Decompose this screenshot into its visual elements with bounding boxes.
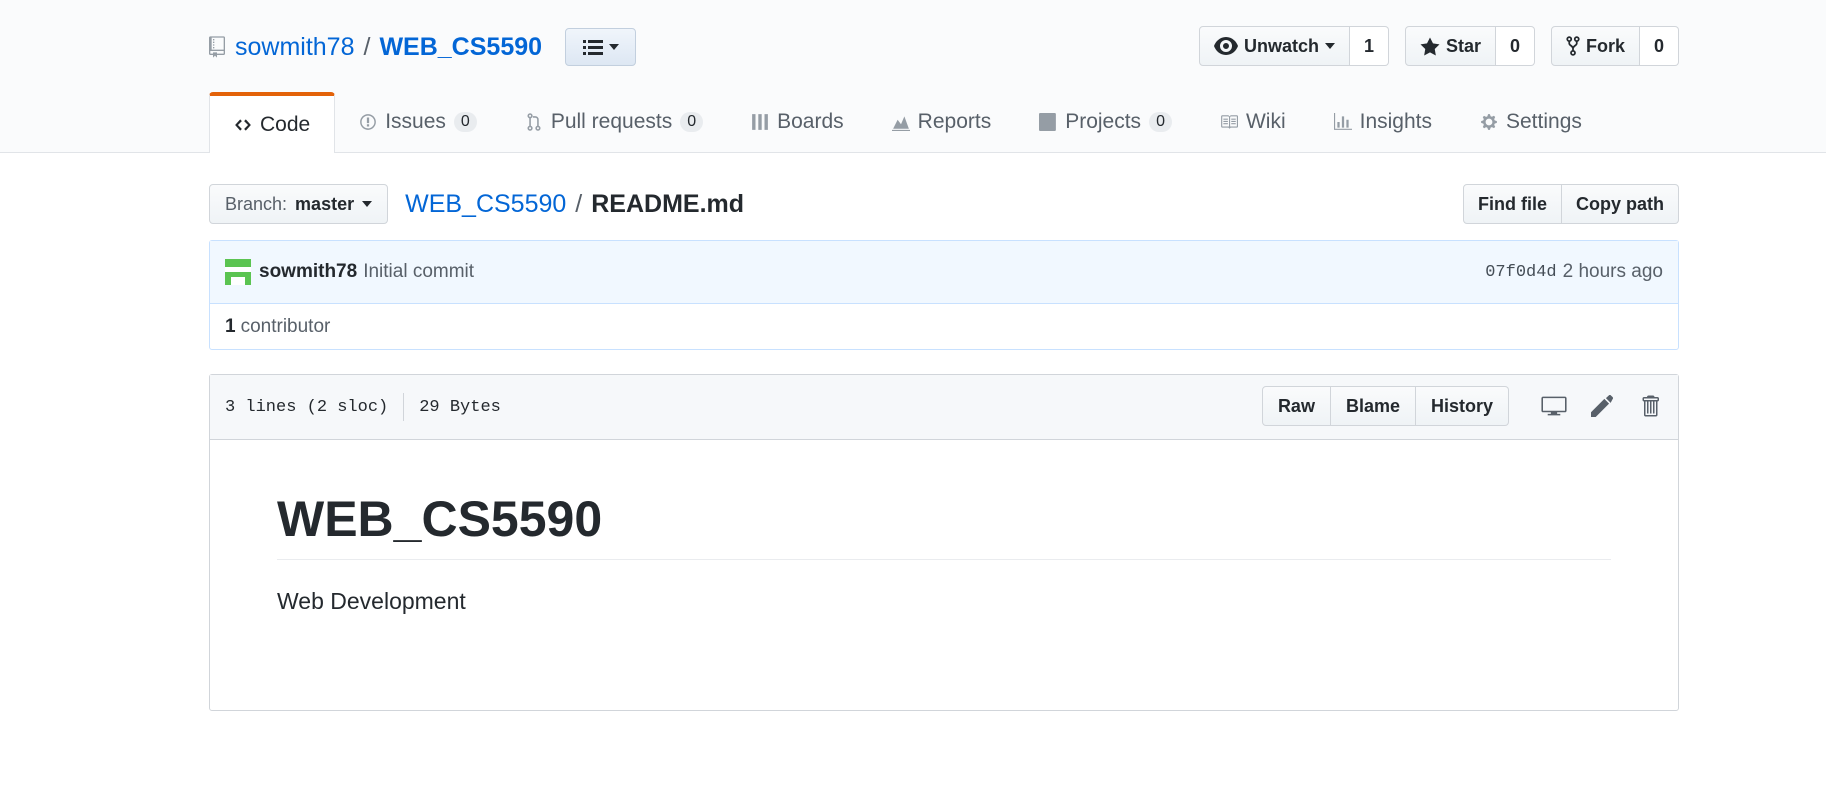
tab-label: Settings xyxy=(1506,110,1582,133)
commit-time: 2 hours ago xyxy=(1562,261,1663,282)
breadcrumb-separator: / xyxy=(575,189,583,218)
graph-icon xyxy=(891,116,910,131)
trash-icon[interactable] xyxy=(1637,393,1663,419)
breadcrumb-file-name: README.md xyxy=(591,189,745,218)
tab-label: Projects xyxy=(1065,110,1142,133)
chevron-down-icon xyxy=(608,44,619,50)
contributors-row[interactable]: 1 contributor xyxy=(210,304,1678,349)
tab-pull-requests[interactable]: Pull requests 0 xyxy=(501,92,727,152)
file-lines: 3 lines (2 sloc) xyxy=(225,397,389,417)
readme-heading: WEB_CS5590 xyxy=(277,492,1611,560)
fork-action: Fork 0 xyxy=(1550,26,1679,66)
file-viewer: 3 lines (2 sloc) 29 Bytes Raw Blame Hist… xyxy=(209,374,1679,711)
commit-sha-link[interactable]: 07f0d4d xyxy=(1485,263,1556,282)
repo-name-link[interactable]: WEB_CS5590 xyxy=(379,33,542,62)
tab-label: Code xyxy=(260,112,311,136)
tab-insights[interactable]: Insights xyxy=(1310,92,1456,152)
readme-content: WEB_CS5590 Web Development xyxy=(210,440,1678,615)
repo-separator: / xyxy=(363,32,371,61)
book-icon xyxy=(1221,115,1238,129)
branch-select-button[interactable]: Branch: master xyxy=(209,184,389,224)
unwatch-button[interactable]: Unwatch xyxy=(1198,26,1350,66)
repo-actions: Unwatch 1 Star 0 Fork 0 xyxy=(1198,26,1679,66)
latest-commit: sowmith78 Initial commit 07f0d4d 2 hours… xyxy=(210,241,1678,304)
commit-meta: 07f0d4d 2 hours ago xyxy=(1485,261,1663,283)
repo-owner-link[interactable]: sowmith78 xyxy=(235,33,355,62)
find-file-button[interactable]: Find file xyxy=(1463,184,1562,224)
gear-icon xyxy=(1481,114,1497,130)
tab-projects[interactable]: Projects 0 xyxy=(1015,92,1196,152)
contributors-label: contributor xyxy=(240,315,331,337)
list-menu-button[interactable] xyxy=(565,28,637,66)
repo-nav-tabs: Code Issues 0 Pull requests 0 Boards Rep… xyxy=(209,92,1679,153)
file-actions: Raw Blame History xyxy=(1261,386,1663,426)
code-icon xyxy=(235,118,251,131)
branch-label: Branch: xyxy=(225,193,288,214)
branch-value: master xyxy=(295,193,355,214)
file-navigation: Branch: master WEB_CS5590 / README.md Fi… xyxy=(209,184,1679,224)
file-header: 3 lines (2 sloc) 29 Bytes Raw Blame Hist… xyxy=(210,375,1678,440)
tab-label: Boards xyxy=(777,110,844,133)
unwatch-label: Unwatch xyxy=(1243,35,1319,56)
tab-wiki[interactable]: Wiki xyxy=(1196,92,1310,152)
contributors-count: 1 xyxy=(225,315,236,337)
tab-boards[interactable]: Boards xyxy=(727,92,868,152)
repo-header: sowmith78 / WEB_CS5590 Unwatch 1 Star 0 … xyxy=(0,0,1826,153)
stars-count[interactable]: 0 xyxy=(1495,26,1535,66)
file-nav-buttons: Find file Copy path xyxy=(1463,184,1679,224)
project-icon xyxy=(1039,113,1057,131)
pull-requests-counter: 0 xyxy=(680,112,704,132)
fork-label: Fork xyxy=(1585,35,1625,56)
file-info-divider xyxy=(403,393,405,421)
chevron-down-icon xyxy=(1324,43,1335,49)
projects-counter: 0 xyxy=(1149,112,1172,132)
eye-icon xyxy=(1213,37,1238,55)
fork-icon xyxy=(1566,36,1580,56)
tab-label: Issues xyxy=(385,110,446,133)
tab-label: Pull requests xyxy=(550,110,673,133)
tab-label: Wiki xyxy=(1245,110,1286,133)
watchers-count[interactable]: 1 xyxy=(1349,26,1389,66)
blame-button[interactable]: Blame xyxy=(1330,386,1416,426)
commit-author-link[interactable]: sowmith78 xyxy=(259,261,357,283)
commit-message-link[interactable]: Initial commit xyxy=(363,261,474,283)
repo-icon xyxy=(209,36,225,58)
commit-tease: sowmith78 Initial commit 07f0d4d 2 hours… xyxy=(209,240,1679,350)
breadcrumb-repo-link[interactable]: WEB_CS5590 xyxy=(405,190,566,219)
tab-code[interactable]: Code xyxy=(209,92,336,153)
tab-reports[interactable]: Reports xyxy=(868,92,1016,152)
star-icon xyxy=(1420,37,1440,55)
pencil-icon[interactable] xyxy=(1589,393,1615,419)
fork-button[interactable]: Fork xyxy=(1550,26,1640,66)
tab-issues[interactable]: Issues 0 xyxy=(335,92,501,152)
star-button[interactable]: Star xyxy=(1404,26,1496,66)
star-action: Star 0 xyxy=(1404,26,1535,66)
tab-label: Insights xyxy=(1359,110,1432,133)
readme-body: Web Development xyxy=(277,588,466,614)
pull-request-icon xyxy=(527,113,541,131)
tab-settings[interactable]: Settings xyxy=(1456,92,1606,152)
chevron-down-icon xyxy=(362,201,373,207)
copy-path-button[interactable]: Copy path xyxy=(1562,184,1679,224)
forks-count[interactable]: 0 xyxy=(1640,26,1679,66)
file-info: 3 lines (2 sloc) 29 Bytes xyxy=(225,393,501,421)
avatar[interactable] xyxy=(225,259,251,285)
list-icon xyxy=(582,40,603,55)
file-size: 29 Bytes xyxy=(419,397,501,417)
watch-action: Unwatch 1 xyxy=(1198,26,1389,66)
boards-icon xyxy=(752,114,768,130)
desktop-icon[interactable] xyxy=(1541,393,1567,419)
history-button[interactable]: History xyxy=(1415,386,1509,426)
breadcrumb: WEB_CS5590 / README.md xyxy=(405,190,744,219)
insights-icon xyxy=(1333,113,1352,130)
tab-label: Reports xyxy=(917,110,992,133)
issues-counter: 0 xyxy=(453,112,477,132)
issue-icon xyxy=(360,114,377,130)
star-label: Star xyxy=(1445,35,1481,56)
raw-button[interactable]: Raw xyxy=(1261,386,1331,426)
repo-title-bar: sowmith78 / WEB_CS5590 Unwatch 1 Star 0 … xyxy=(209,26,1679,68)
